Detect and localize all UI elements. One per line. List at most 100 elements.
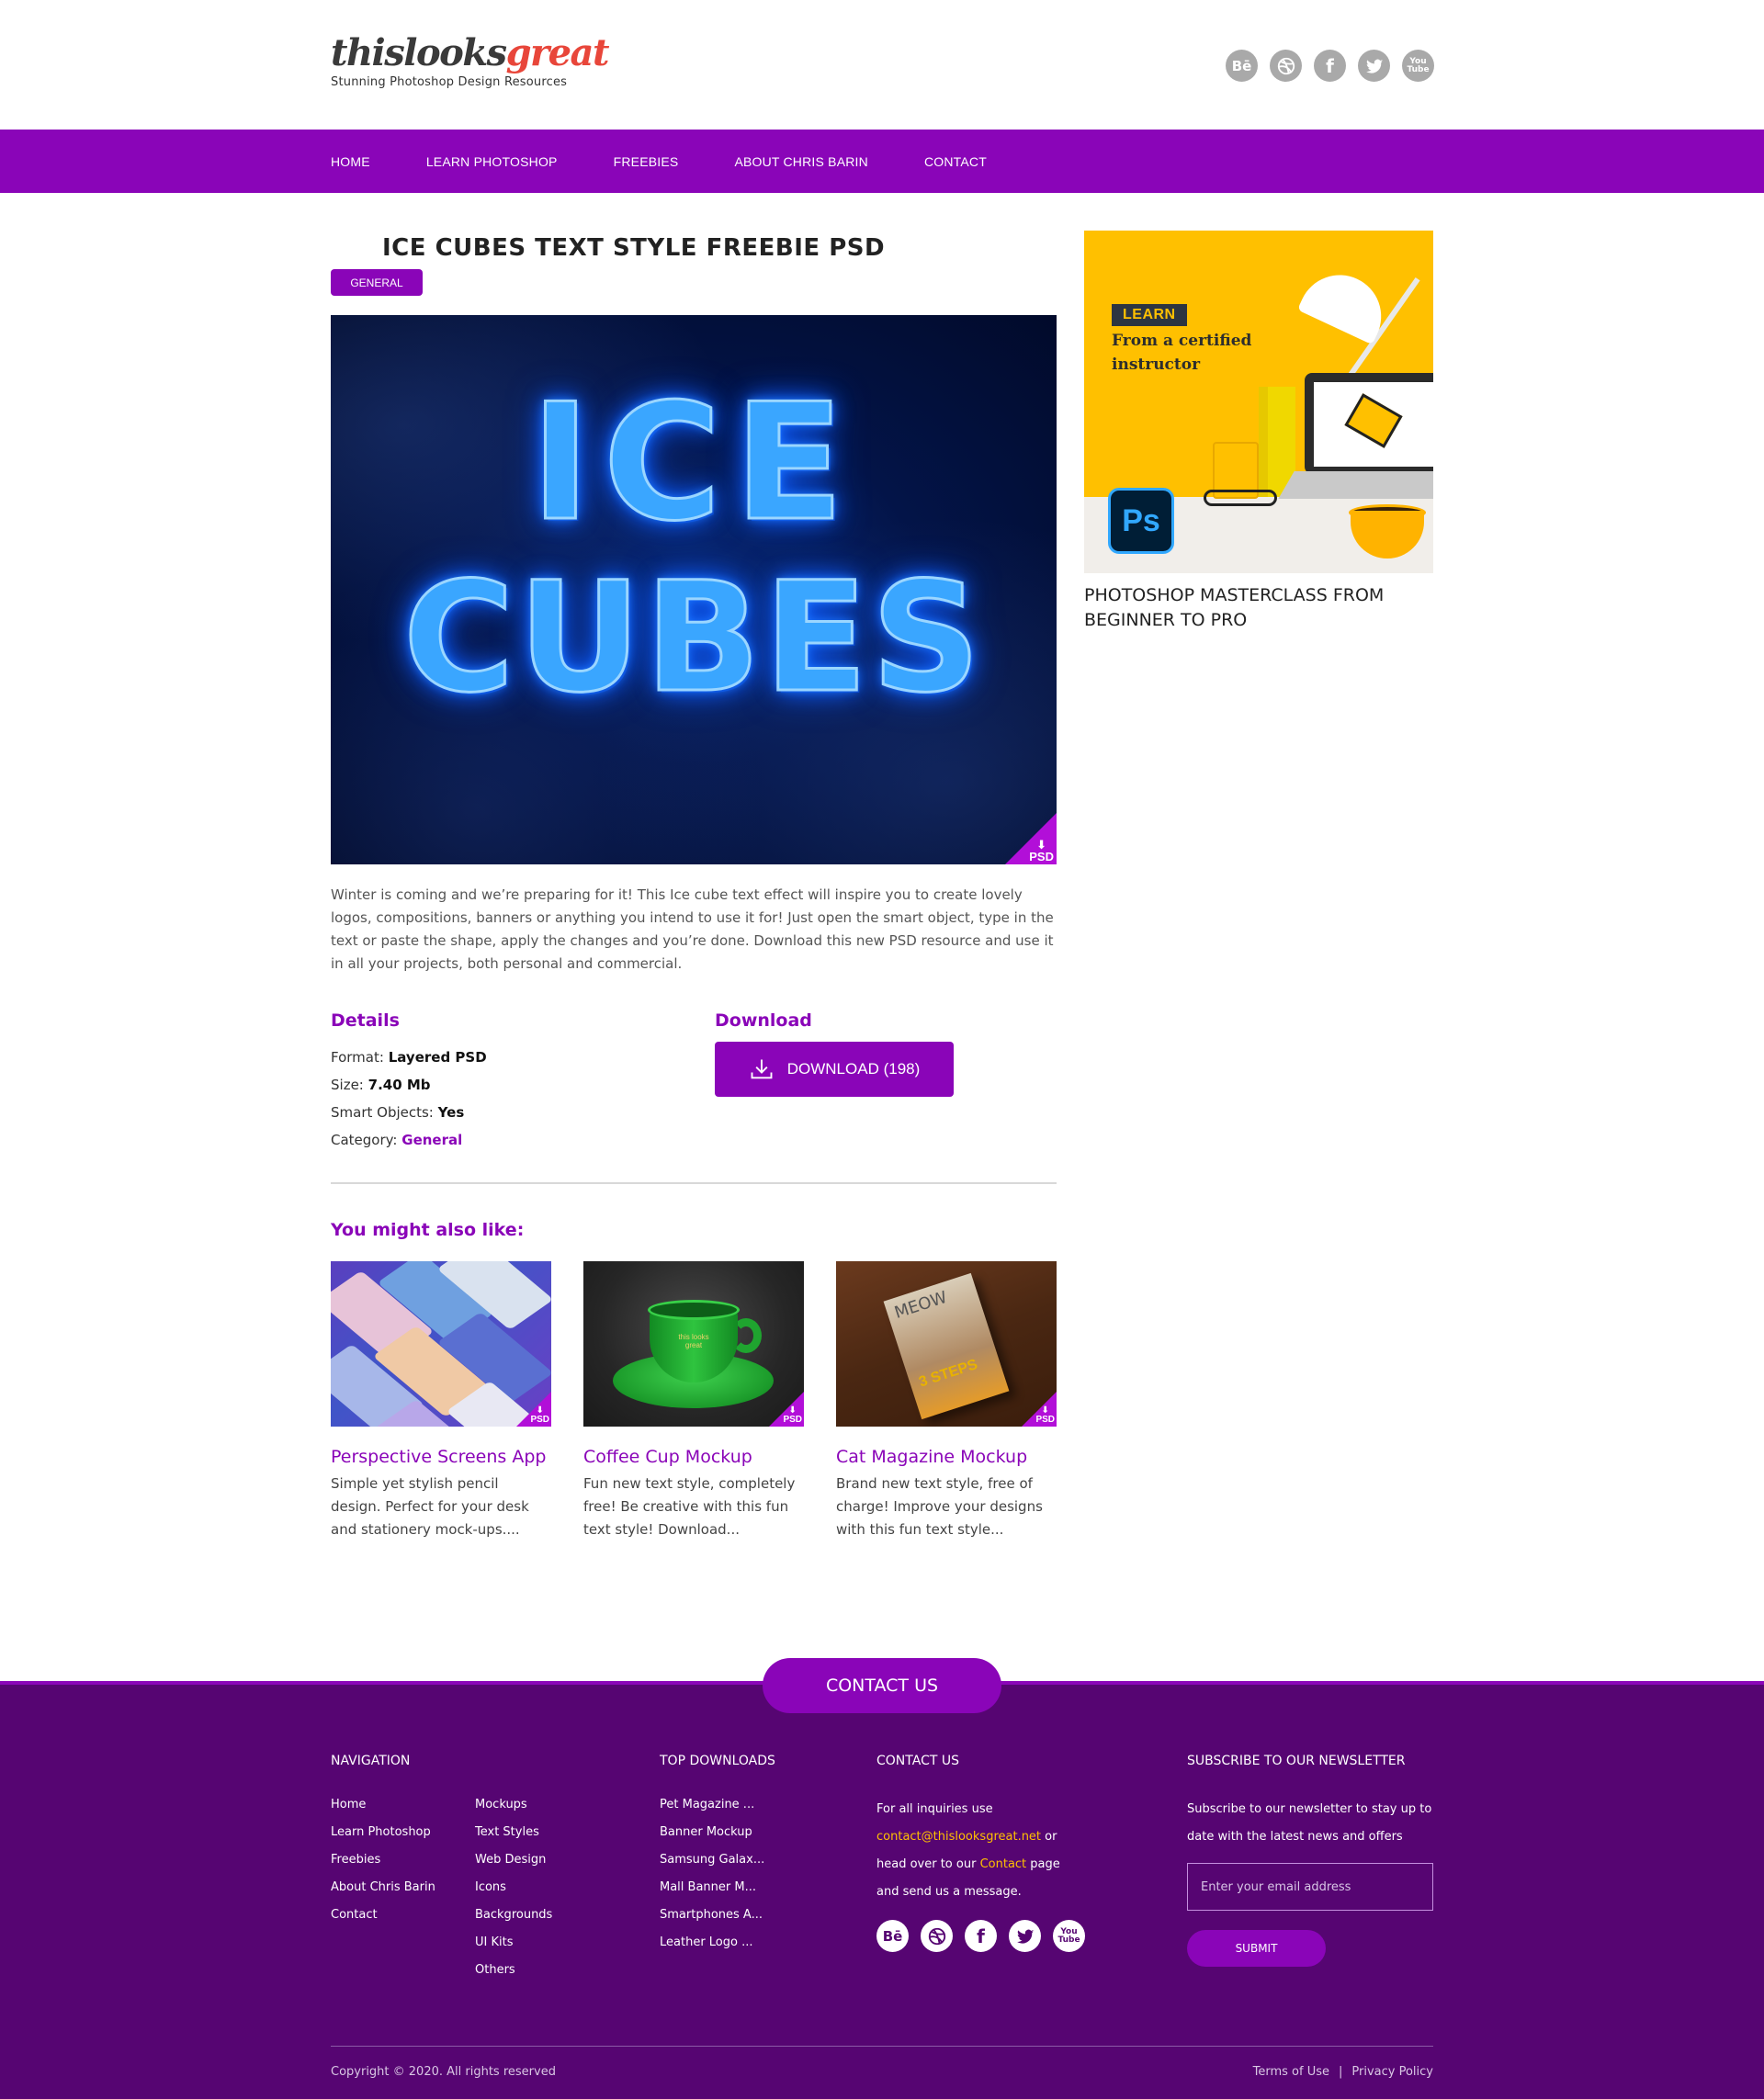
- ad-learn-badge: LEARN: [1112, 304, 1187, 326]
- footer-contact-line: contact@thislooksgreat.net or: [876, 1823, 1060, 1851]
- youtube-glyph: You Tube: [1057, 1926, 1080, 1945]
- footer-contact-headover: head over to our: [876, 1857, 980, 1871]
- footer-contact-text: For all inquiries use contact@thislooksg…: [876, 1796, 1060, 1906]
- behance-icon[interactable]: Bē: [876, 1920, 909, 1952]
- related-card[interactable]: MEOW 3 STEPS ⬇ PSD Cat Magazine Mockup Br…: [836, 1261, 1057, 1541]
- nav-home[interactable]: HOME: [331, 154, 370, 169]
- footer-nav-col1: Home Learn Photoshop Freebies About Chri…: [331, 1796, 435, 1934]
- footer-contact-heading: CONTACT US: [876, 1754, 959, 1768]
- youtube-icon[interactable]: You Tube: [1402, 50, 1434, 82]
- psd-download-icon: ⬇ PSD: [1035, 1405, 1055, 1425]
- footer-contact-line: For all inquiries use: [876, 1802, 993, 1816]
- facebook-icon[interactable]: f: [965, 1920, 997, 1952]
- logo-wordmark: thislooksgreat: [331, 31, 609, 74]
- footer-contact-email[interactable]: contact@thislooksgreat.net: [876, 1830, 1041, 1844]
- hero-image: ICE CUBES ⬇ PSD: [331, 315, 1057, 864]
- twitter-icon[interactable]: [1358, 50, 1390, 82]
- dribbble-icon[interactable]: [921, 1920, 953, 1952]
- psd-label: PSD: [783, 1415, 802, 1425]
- footer-contact-page: page: [1026, 1857, 1060, 1871]
- nav-about[interactable]: ABOUT CHRIS BARIN: [734, 154, 868, 169]
- related-card-title[interactable]: Cat Magazine Mockup: [836, 1447, 1057, 1467]
- privacy-link[interactable]: Privacy Policy: [1351, 2065, 1433, 2079]
- related-card[interactable]: this looks great ⬇ PSD Coffee Cup Mockup …: [583, 1261, 804, 1541]
- copyright-text: Copyright © 2020. All rights reserved: [331, 2065, 556, 2079]
- footer-link[interactable]: Icons: [475, 1879, 552, 1906]
- detail-smart-label: Smart Objects:: [331, 1104, 434, 1121]
- newsletter-email-input[interactable]: [1187, 1863, 1433, 1911]
- contact-us-button[interactable]: CONTACT US: [763, 1658, 1001, 1713]
- facebook-icon[interactable]: f: [1314, 50, 1346, 82]
- footer-link[interactable]: Mockups: [475, 1796, 552, 1823]
- footer-download-link[interactable]: Pet Magazine ...: [660, 1796, 764, 1823]
- footer-nav-heading: NAVIGATION: [331, 1754, 411, 1768]
- youtube-icon[interactable]: You Tube: [1053, 1920, 1085, 1952]
- footer-link[interactable]: Web Design: [475, 1851, 552, 1879]
- ad-laptop-base: [1278, 471, 1433, 499]
- footer-download-link[interactable]: Leather Logo ...: [660, 1934, 764, 1961]
- legal-separator: |: [1339, 2065, 1343, 2079]
- footer-contact-line: head over to our Contact page: [876, 1851, 1060, 1879]
- footer-downloads-heading: TOP DOWNLOADS: [660, 1754, 775, 1768]
- footer-contact-or: or: [1041, 1830, 1057, 1844]
- newsletter-line-1: Subscribe to our newsletter to stay up t…: [1187, 1802, 1432, 1816]
- cup-logo: this looks great: [678, 1333, 709, 1349]
- footer-link[interactable]: Home: [331, 1796, 435, 1823]
- newsletter-submit-button[interactable]: SUBMIT: [1187, 1930, 1326, 1967]
- sidebar-ad-banner[interactable]: LEARN From a certified instructor Ps: [1084, 231, 1433, 573]
- magazine-shape: MEOW 3 STEPS: [883, 1272, 1010, 1420]
- download-button[interactable]: DOWNLOAD (198): [715, 1042, 954, 1097]
- hero-text-line1: ICE: [529, 369, 857, 559]
- footer-link[interactable]: Text Styles: [475, 1823, 552, 1851]
- related-card-desc: Brand new text style, free of charge! Im…: [836, 1475, 1043, 1538]
- footer-download-link[interactable]: Banner Mockup: [660, 1823, 764, 1851]
- details-heading: Details: [331, 1010, 400, 1031]
- related-card-title[interactable]: Perspective Screens App: [331, 1447, 551, 1467]
- footer-download-link[interactable]: Samsung Galax...: [660, 1851, 764, 1879]
- site-logo[interactable]: thislooksgreat Stunning Photoshop Design…: [331, 31, 609, 90]
- hero-text-line2: CUBES: [401, 548, 985, 728]
- ad-line-1: From a certified: [1112, 332, 1252, 350]
- footer-link[interactable]: Others: [475, 1961, 552, 1989]
- behance-icon[interactable]: Bē: [1226, 50, 1258, 82]
- footer-download-link[interactable]: Mall Banner M...: [660, 1879, 764, 1906]
- youtube-glyph: You Tube: [1407, 56, 1430, 74]
- behance-glyph: Bē: [1231, 57, 1252, 74]
- twitter-icon[interactable]: [1009, 1920, 1041, 1952]
- ad-laptop: [1305, 373, 1433, 474]
- detail-category-link[interactable]: General: [401, 1132, 462, 1148]
- footer-link[interactable]: Backgrounds: [475, 1906, 552, 1934]
- dribbble-icon[interactable]: [1270, 50, 1302, 82]
- ad-glasses: [1204, 490, 1277, 506]
- related-card[interactable]: ⬇ PSD Perspective Screens App Simple yet …: [331, 1261, 551, 1541]
- detail-smart-objects: Smart Objects: Yes: [331, 1099, 487, 1126]
- category-badge[interactable]: GENERAL: [331, 269, 423, 296]
- detail-size: Size: 7.40 Mb: [331, 1071, 487, 1099]
- related-card-title[interactable]: Coffee Cup Mockup: [583, 1447, 804, 1467]
- detail-format: Format: Layered PSD: [331, 1044, 487, 1071]
- section-divider: [331, 1182, 1057, 1184]
- details-list: Format: Layered PSD Size: 7.40 Mb Smart …: [331, 1044, 487, 1154]
- related-card-desc: Fun new text style, completely free! Be …: [583, 1475, 796, 1538]
- nav-learn-photoshop[interactable]: LEARN PHOTOSHOP: [426, 154, 558, 169]
- footer-link[interactable]: Freebies: [331, 1851, 435, 1879]
- footer-link[interactable]: Learn Photoshop: [331, 1823, 435, 1851]
- footer-link[interactable]: Contact: [331, 1906, 435, 1934]
- terms-link[interactable]: Terms of Use: [1253, 2065, 1329, 2079]
- footer-nav-col2: Mockups Text Styles Web Design Icons Bac…: [475, 1796, 552, 1989]
- footer-legal-links: Terms of Use | Privacy Policy: [1253, 2065, 1433, 2079]
- footer-contact-line: and send us a message.: [876, 1885, 1022, 1899]
- nav-contact[interactable]: CONTACT: [924, 154, 987, 169]
- sidebar-ad-title[interactable]: PHOTOSHOP MASTERCLASS FROM BEGINNER TO P…: [1084, 583, 1396, 633]
- nav-freebies[interactable]: FREEBIES: [614, 154, 679, 169]
- footer-link[interactable]: UI Kits: [475, 1934, 552, 1961]
- psd-label: PSD: [1035, 1415, 1055, 1425]
- related-card-desc: Simple yet stylish pencil design. Perfec…: [331, 1475, 529, 1538]
- footer-contact-link[interactable]: Contact: [980, 1857, 1027, 1871]
- related-card-image: MEOW 3 STEPS ⬇ PSD: [836, 1261, 1057, 1427]
- footer-download-link[interactable]: Smartphones A...: [660, 1906, 764, 1934]
- download-heading: Download: [715, 1010, 812, 1031]
- psd-download-icon: ⬇ PSD: [1029, 838, 1054, 863]
- footer-link[interactable]: About Chris Barin: [331, 1879, 435, 1906]
- logo-main-text: thislooks: [331, 31, 507, 74]
